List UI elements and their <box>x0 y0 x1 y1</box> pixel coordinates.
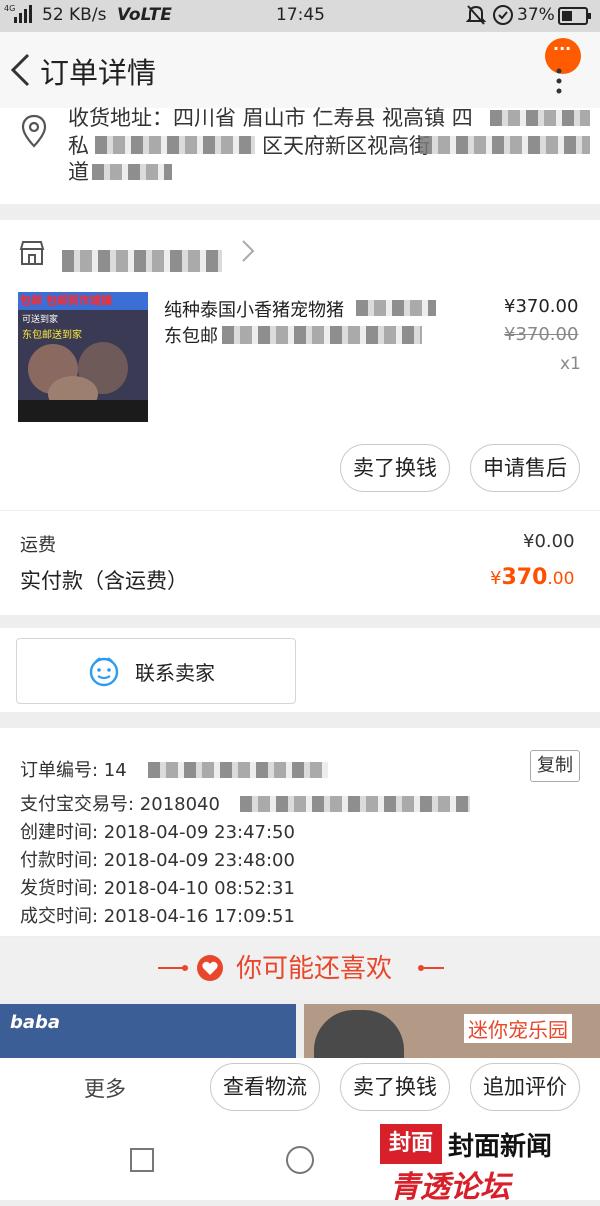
paid-time: 付款时间: 2018-04-09 23:48:00 <box>20 850 295 871</box>
address-line-3: 道 <box>68 160 89 184</box>
recommend-item-right[interactable]: 迷你宠乐园 <box>304 1004 600 1058</box>
mute-icon <box>465 4 487 31</box>
thumb-line-3: 东包邮送到家 <box>22 330 82 341</box>
wifi-icon <box>492 4 514 31</box>
signal-icon <box>12 3 38 30</box>
paid-currency: ¥ <box>490 568 502 589</box>
more-menu-button[interactable]: ··· <box>545 38 581 74</box>
paid-dec: .00 <box>547 569 575 589</box>
product-price: ¥370.00 <box>504 296 579 317</box>
watermark-logo: 封面 <box>380 1124 442 1164</box>
page-title: 订单详情 <box>40 56 157 90</box>
thumb-banner: 包邮 包邮到市城镇 <box>20 294 112 307</box>
recommend-left-tag: baba <box>10 1012 61 1033</box>
back-arrow-icon[interactable] <box>8 52 34 88</box>
watermark-sub: 青透论坛 <box>390 1170 510 1205</box>
battery-percent: 37% <box>517 5 555 25</box>
shipped-time: 发货时间: 2018-04-10 08:52:31 <box>20 878 295 899</box>
sell-for-cash-button[interactable]: 卖了换钱 <box>340 444 450 492</box>
app-header: 订单详情 <box>0 32 600 109</box>
bottom-action-bar: 更多 查看物流 卖了换钱 追加评价 <box>0 1058 600 1116</box>
recent-apps-icon[interactable] <box>130 1148 154 1172</box>
product-title-1[interactable]: 纯种泰国小香猪宠物猪 <box>164 296 344 322</box>
created-time: 创建时间: 2018-04-09 23:47:50 <box>20 822 295 843</box>
home-icon[interactable] <box>286 1146 314 1174</box>
divider-left <box>158 967 184 969</box>
completed-time: 成交时间: 2018-04-16 17:09:51 <box>20 906 295 927</box>
heart-icon <box>196 954 224 986</box>
shipping-value: ¥0.00 <box>523 531 575 552</box>
address-card[interactable]: 收货地址：四川省 眉山市 仁寿县 视高镇 四 私 区天府新区视高街 道 <box>0 106 600 204</box>
fees-section: 运费 ¥0.00 实付款（含运费） ¥370.00 <box>0 510 600 615</box>
network-speed: 52 KB/s <box>42 5 107 25</box>
chevron-right-icon[interactable] <box>240 238 256 268</box>
battery-icon <box>558 7 592 30</box>
clock: 17:45 <box>276 5 325 25</box>
paid-int: 370 <box>501 565 548 590</box>
paid-label: 实付款（含运费） <box>20 569 188 593</box>
contact-seller-label: 联系卖家 <box>135 661 215 685</box>
product-thumbnail[interactable]: 包邮 包邮到市城镇 可送到家 东包邮送到家 <box>18 292 148 422</box>
add-review-button[interactable]: 追加评价 <box>470 1063 580 1111</box>
recommend-header: 你可能还喜欢 <box>0 938 600 1000</box>
product-quantity: x1 <box>560 354 581 374</box>
paid-amount: ¥370.00 <box>490 565 574 590</box>
recommend-item-left[interactable]: baba <box>0 1004 296 1058</box>
copy-button[interactable]: 复制 <box>530 750 580 782</box>
recommend-right-tag: 迷你宠乐园 <box>464 1014 572 1043</box>
contact-section: 联系卖家 <box>0 628 600 712</box>
thumb-line-2: 可送到家 <box>22 315 59 325</box>
request-after-sale-button[interactable]: 申请售后 <box>470 444 580 492</box>
address-line-2: 区天府新区视高街 <box>262 134 430 158</box>
shop-icon <box>18 240 46 270</box>
product-card: 包邮 包邮到市城镇 可送到家 东包邮送到家 纯种泰国小香猪宠物猪 东包邮 ¥37… <box>0 220 600 510</box>
vertical-dots-icon[interactable] <box>556 68 562 94</box>
product-original-price: ¥370.00 <box>504 324 579 345</box>
alipay-number: 支付宝交易号: 2018040 <box>20 794 220 815</box>
shop-name-blur <box>62 250 222 272</box>
product-title-2[interactable]: 东包邮 <box>164 322 218 348</box>
view-logistics-button[interactable]: 查看物流 <box>210 1063 320 1111</box>
divider-right <box>422 967 444 969</box>
order-number: 订单编号: 14 <box>20 760 127 781</box>
contact-seller-button[interactable]: 联系卖家 <box>16 638 296 704</box>
chat-face-icon <box>87 655 121 691</box>
order-info-section: 订单编号: 14 复制 支付宝交易号: 2018040 创建时间: 2018-0… <box>0 728 600 936</box>
watermark: 封面 封面新闻 青透论坛 <box>380 1120 590 1205</box>
watermark-brand: 封面新闻 <box>448 1132 553 1162</box>
location-pin-icon <box>20 114 48 152</box>
status-bar: 4G 52 KB/s VoLTE 17:45 37% <box>0 0 600 32</box>
address-line-1: 收货地址：四川省 眉山市 仁寿县 视高镇 四 <box>68 106 473 130</box>
recommend-title: 你可能还喜欢 <box>236 954 393 984</box>
sell-for-cash-bottom-button[interactable]: 卖了换钱 <box>340 1063 450 1111</box>
more-link[interactable]: 更多 <box>84 1073 126 1103</box>
menu-dots-label: ··· <box>553 39 572 58</box>
volte-label: VoLTE <box>117 5 172 25</box>
shipping-label: 运费 <box>20 535 56 556</box>
